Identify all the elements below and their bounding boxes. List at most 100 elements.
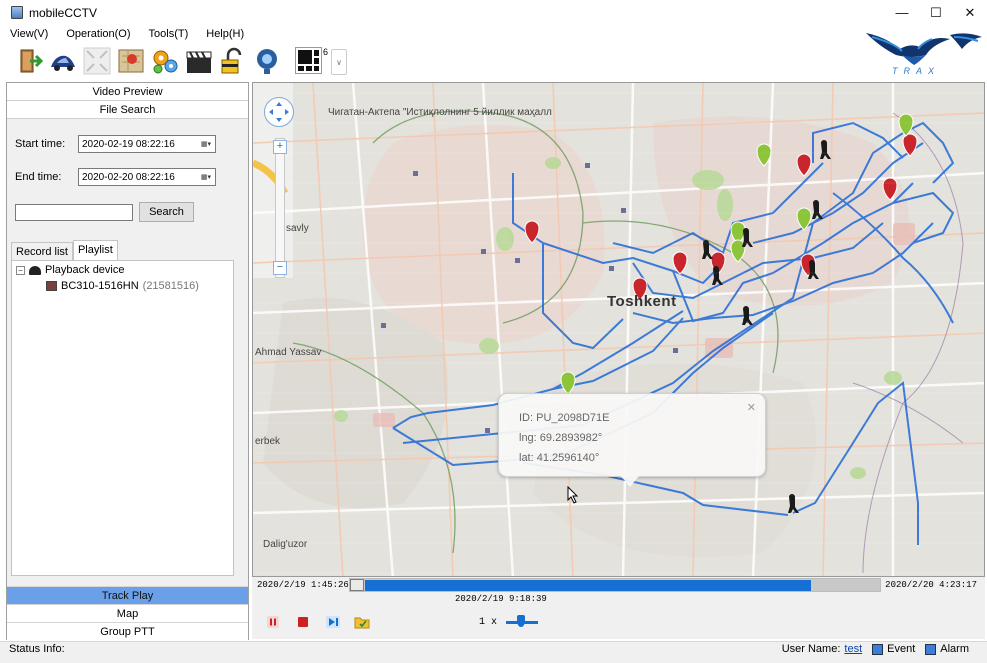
layout-count: 6: [323, 47, 329, 57]
start-time-picker[interactable]: 2020-02-19 08:22:16 ▦▾: [78, 135, 216, 153]
timeline-current: 2020/2/19 9:18:39: [455, 594, 547, 604]
folder-icon: [354, 617, 370, 629]
camera-device-icon: [46, 281, 57, 291]
search-input[interactable]: [15, 204, 133, 221]
folder-button[interactable]: [353, 613, 371, 631]
map-view[interactable]: Чигатан-Актепа "Истиқлолнинг 5 йиллик ма…: [252, 82, 985, 577]
clapperboard-icon[interactable]: [184, 46, 214, 76]
map-label-north: Чигатан-Актепа "Истиқлолнинг 5 йиллик ма…: [328, 107, 552, 118]
pan-arrows-icon: [269, 102, 289, 122]
popup-lat: lat: 41.2596140°: [519, 452, 600, 464]
timeline-thumb[interactable]: [350, 579, 364, 591]
car-icon[interactable]: [48, 46, 78, 76]
map-label-dalig: Dalig'uzor: [263, 539, 308, 550]
logo-text: TRAX: [892, 66, 940, 76]
menu-operation[interactable]: Operation(O): [56, 28, 138, 40]
status-info-label: Status Info:: [9, 643, 65, 655]
zoom-slider[interactable]: [275, 138, 285, 278]
tree-node-camera[interactable]: BC310-1516HN (21581516): [46, 280, 199, 292]
zoom-in-button[interactable]: +: [273, 140, 287, 154]
window-controls: — ☐ ✕: [885, 0, 987, 25]
timeline-start: 2020/2/19 1:45:26: [257, 580, 349, 590]
mouse-cursor-icon: [567, 486, 579, 504]
speed-label: 1 x: [479, 617, 498, 628]
file-search-header[interactable]: File Search: [7, 101, 248, 119]
popup-close-icon[interactable]: ✕: [747, 398, 756, 418]
window-title: mobileCCTV: [29, 5, 98, 20]
menu-view[interactable]: View(V): [0, 28, 56, 40]
unlock-icon[interactable]: [218, 46, 248, 76]
map-label-ahmad: Ahmad Yassav: [255, 347, 322, 358]
step-forward-button[interactable]: [324, 613, 342, 631]
settings-gears-icon[interactable]: [150, 46, 180, 76]
search-button[interactable]: Search: [139, 202, 194, 222]
pause-button[interactable]: [264, 613, 282, 631]
eagle-logo-icon: TRAX: [866, 33, 982, 76]
user-name-label: User Name:: [781, 643, 841, 655]
popup-id: ID: PU_2098D71E: [519, 412, 610, 424]
pause-icon: [267, 616, 279, 628]
nav-group-ptt[interactable]: Group PTT: [7, 622, 248, 640]
tab-record-list[interactable]: Record list: [11, 242, 73, 261]
tab-playlist[interactable]: Playlist: [72, 240, 118, 261]
playback-bar: 1 x: [252, 607, 985, 639]
alarm-label[interactable]: Alarm: [940, 643, 969, 655]
end-time-value: 2020-02-20 08:22:16: [82, 171, 175, 183]
nav-map[interactable]: Map: [7, 604, 248, 622]
popup-lng: lng: 69.2893982°: [519, 432, 603, 444]
tab-bar: Record list Playlist: [11, 240, 118, 261]
timeline-track[interactable]: [349, 578, 881, 592]
end-time-picker[interactable]: 2020-02-20 08:22:16 ▦▾: [78, 168, 216, 186]
device-name: BC310-1516HN: [61, 280, 139, 292]
speed-thumb[interactable]: [517, 615, 525, 627]
layout-grid-icon: [298, 50, 319, 71]
pan-control[interactable]: [264, 97, 294, 127]
event-label[interactable]: Event: [887, 643, 915, 655]
end-time-label: End time:: [15, 171, 62, 183]
menu-help[interactable]: Help(H): [196, 28, 252, 40]
map-label-erbek: erbek: [255, 436, 281, 447]
exit-icon[interactable]: [16, 46, 46, 76]
layout-grid-button[interactable]: [295, 47, 322, 74]
zoom-out-button[interactable]: −: [273, 261, 287, 275]
fullscreen-icon[interactable]: [82, 46, 112, 76]
toolbar: 6 ∨: [0, 43, 862, 80]
step-forward-icon: [326, 616, 340, 628]
menu-tools[interactable]: Tools(T): [139, 28, 197, 40]
stop-button[interactable]: [294, 613, 312, 631]
app-icon: [11, 6, 23, 19]
timeline-end: 2020/2/20 4:23:17: [885, 580, 977, 590]
tree-root-label: Playback device: [45, 264, 125, 276]
end-time-row: End time: 2020-02-20 08:22:16 ▦▾: [15, 168, 216, 186]
timeline-progress: [365, 580, 811, 591]
calendar-icon[interactable]: ▦▾: [197, 137, 215, 151]
map-tools-icon[interactable]: [116, 46, 146, 76]
map-label-city: Toshkent: [607, 293, 677, 310]
status-bar: Status Info: User Name: test Event Alarm: [0, 641, 987, 663]
location-popup: ID: PU_2098D71E lng: 69.2893982° lat: 41…: [498, 393, 766, 477]
device-id: (21581516): [142, 280, 199, 292]
menu-bar: View(V) Operation(O) Tools(T) Help(H): [0, 25, 252, 43]
user-name-link[interactable]: test: [844, 643, 862, 655]
minimize-button[interactable]: —: [885, 0, 919, 25]
timeline: 2020/2/19 1:45:26 2020/2/20 4:23:17 2020…: [252, 577, 985, 607]
close-button[interactable]: ✕: [953, 0, 987, 25]
tree-node-playback-device[interactable]: − Playback device: [16, 264, 125, 276]
start-time-label: Start time:: [15, 138, 66, 150]
title-bar: mobileCCTV — ☐ ✕: [0, 0, 987, 25]
status-right-group: User Name: test Event Alarm: [782, 643, 969, 655]
calendar-icon[interactable]: ▦▾: [197, 170, 215, 184]
stop-icon: [298, 617, 308, 627]
video-preview-header[interactable]: Video Preview: [7, 83, 248, 101]
nav-track-play[interactable]: Track Play: [7, 586, 248, 604]
gps-icon[interactable]: [252, 46, 282, 76]
popup-pointer: [621, 476, 639, 487]
maximize-button[interactable]: ☐: [919, 0, 953, 25]
layout-dropdown[interactable]: ∨: [331, 49, 347, 75]
collapse-expander[interactable]: −: [16, 265, 25, 275]
left-panel: Video Preview File Search Start time: 20…: [6, 82, 249, 640]
map-label-saviy: savly: [286, 223, 309, 234]
alarm-icon[interactable]: [925, 643, 937, 655]
device-group-icon: [29, 265, 41, 275]
event-icon[interactable]: [872, 643, 884, 655]
